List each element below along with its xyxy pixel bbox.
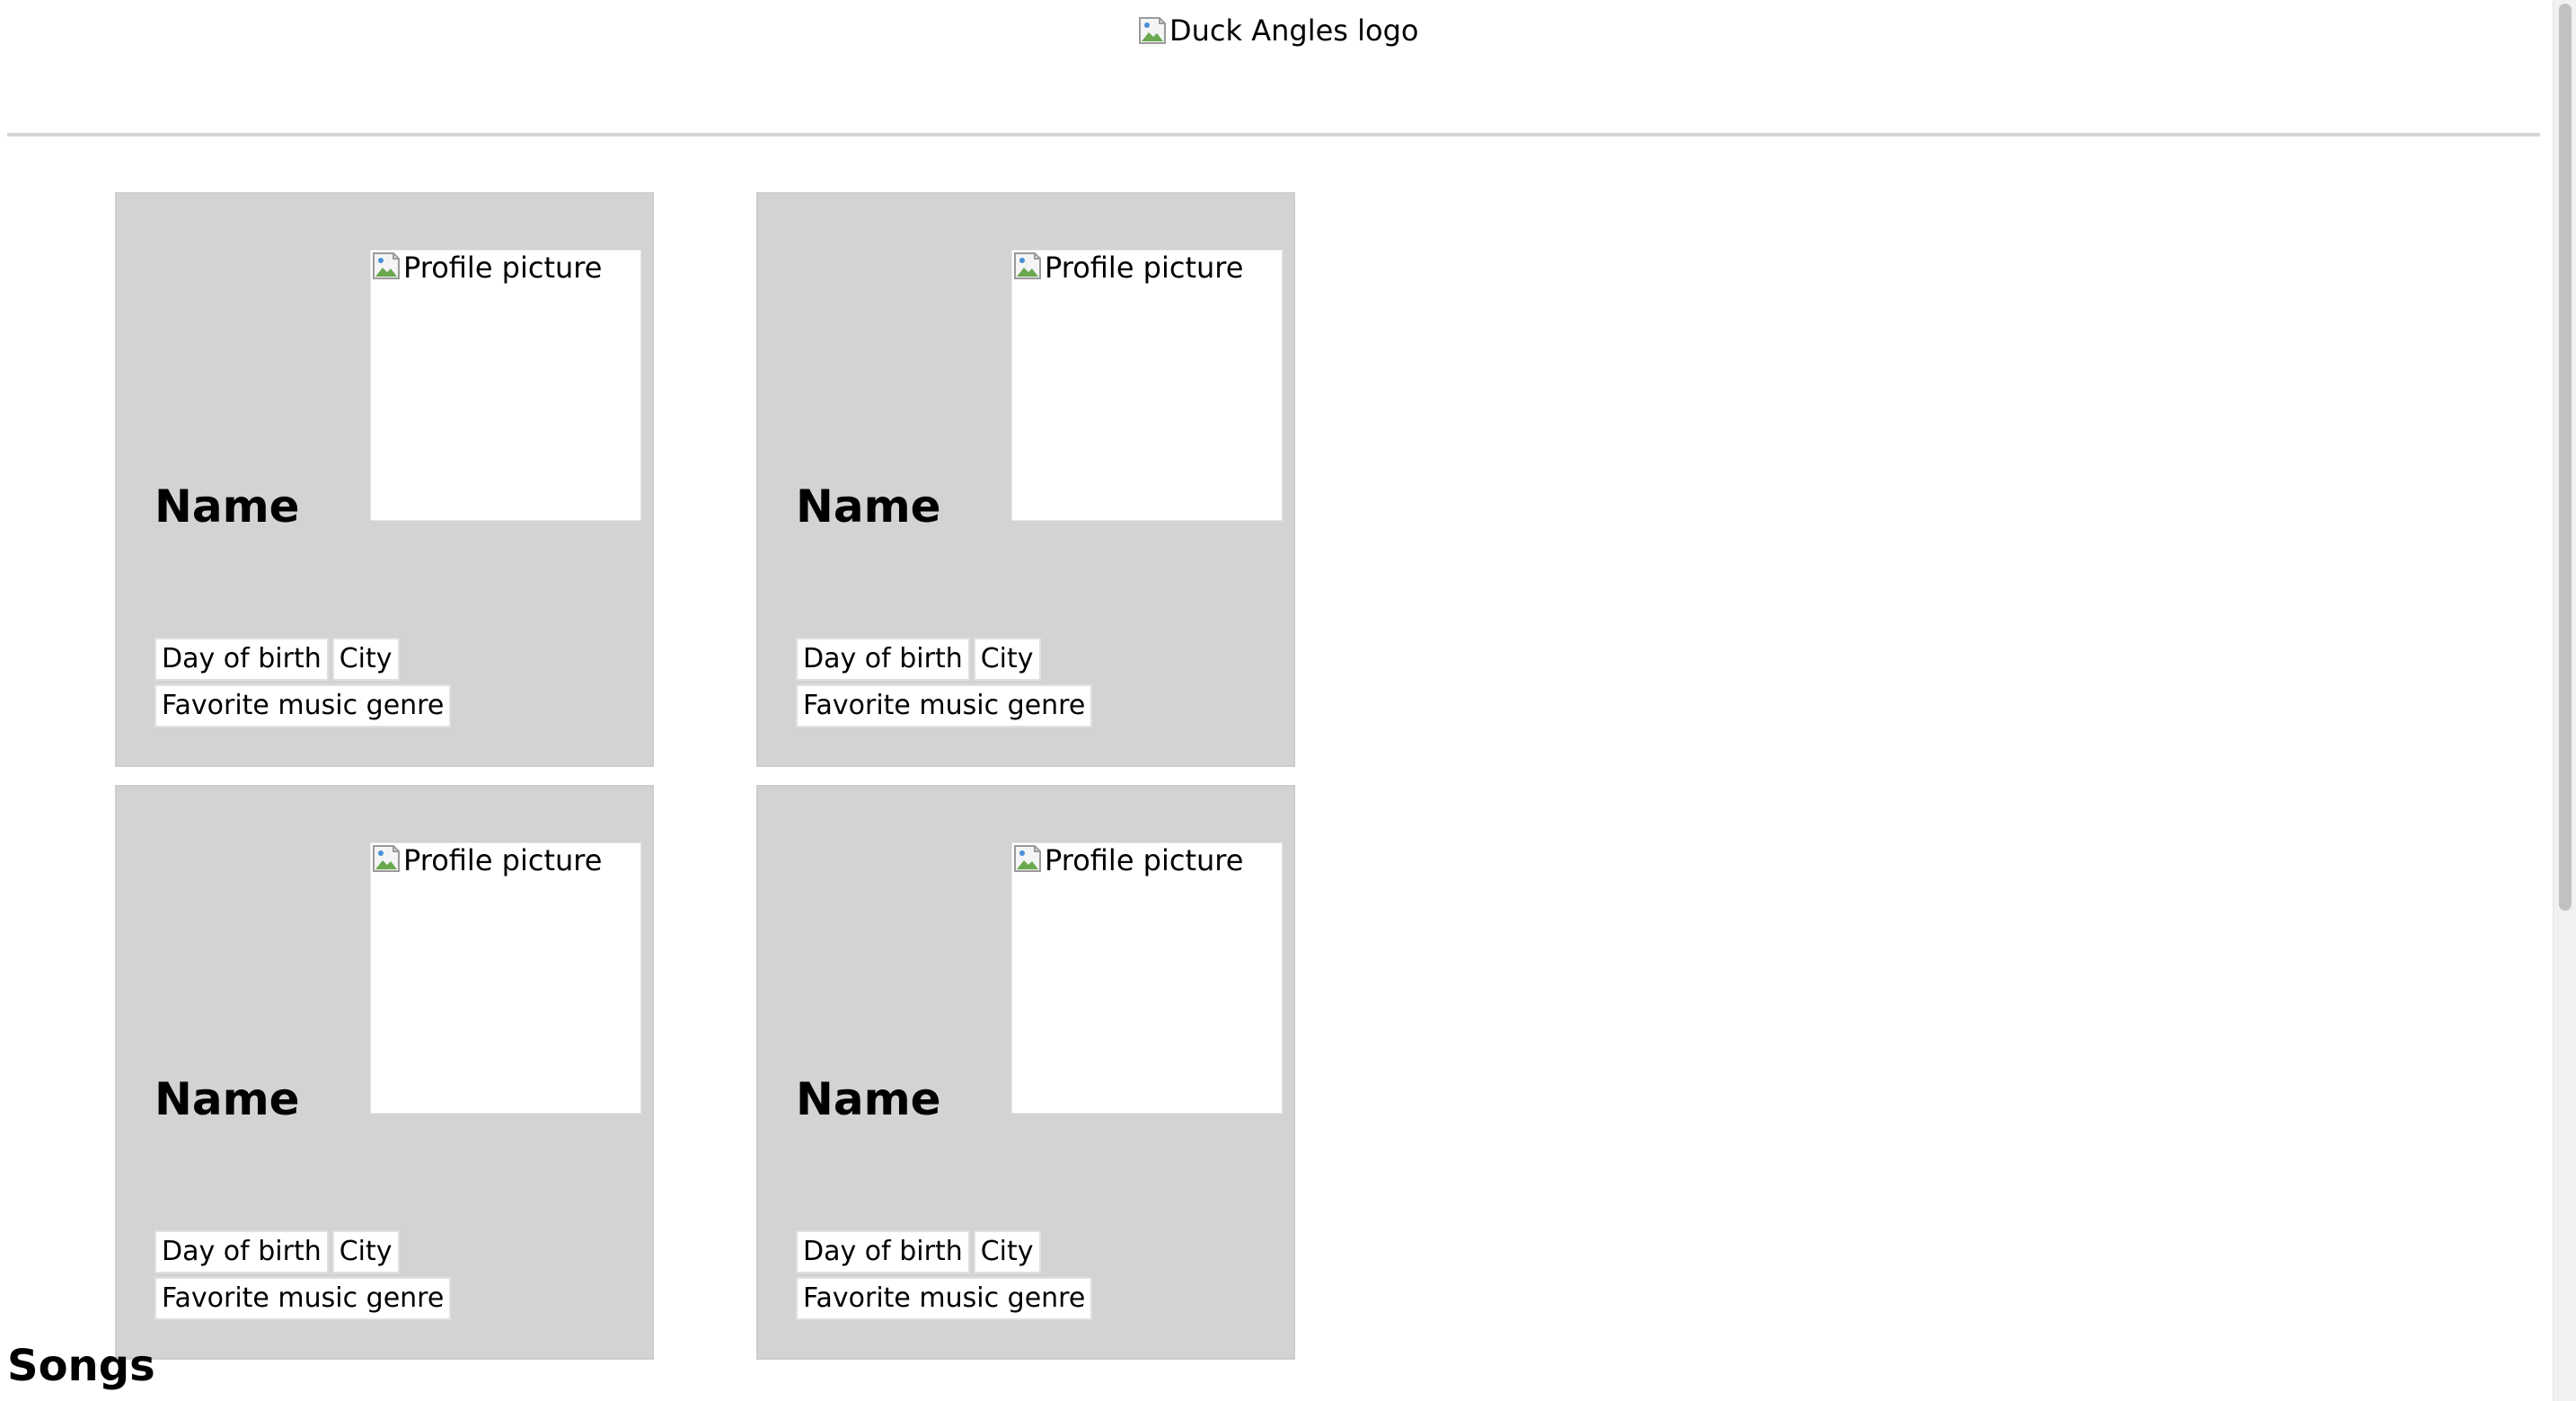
member-name: Name <box>154 1073 300 1125</box>
member-card: Name Profile picture Day of birth City F… <box>115 192 654 767</box>
favorite-genre-chip: Favorite music genre <box>796 684 1093 727</box>
profile-picture: Profile picture <box>1011 842 1283 1114</box>
vertical-scrollbar[interactable] <box>2553 0 2576 1401</box>
member-details-row: Day of birth City <box>154 1230 400 1273</box>
header-divider <box>7 133 2540 137</box>
member-genre-row: Favorite music genre <box>154 1277 452 1320</box>
broken-image-icon <box>371 843 401 874</box>
profile-picture-alt-text: Profile picture <box>403 251 603 285</box>
profile-picture-alt-text: Profile picture <box>1045 843 1244 877</box>
profile-picture: Profile picture <box>370 250 641 521</box>
member-details-row: Day of birth City <box>154 638 400 681</box>
city-chip: City <box>973 638 1041 681</box>
member-genre-row: Favorite music genre <box>154 684 452 727</box>
member-name: Name <box>796 480 941 533</box>
member-genre-row: Favorite music genre <box>796 684 1093 727</box>
favorite-genre-chip: Favorite music genre <box>796 1277 1093 1320</box>
member-details-row: Day of birth City <box>796 1230 1041 1273</box>
city-chip: City <box>331 638 400 681</box>
site-logo[interactable]: Duck Angles logo <box>1137 13 1418 48</box>
member-card: Name Profile picture Day of birth City F… <box>756 192 1295 767</box>
city-chip: City <box>973 1230 1041 1273</box>
member-card: Name Profile picture Day of birth City F… <box>756 785 1295 1360</box>
member-card: Name Profile picture Day of birth City F… <box>115 785 654 1360</box>
broken-image-icon <box>1012 843 1043 874</box>
broken-image-icon <box>1137 15 1168 46</box>
site-header: Duck Angles logo <box>0 0 2551 137</box>
member-details-row: Day of birth City <box>796 638 1041 681</box>
broken-image-icon <box>1012 251 1043 281</box>
page: Duck Angles logo Name Profile picture Da… <box>0 0 2576 1401</box>
favorite-genre-chip: Favorite music genre <box>154 684 452 727</box>
day-of-birth-chip: Day of birth <box>796 638 970 681</box>
favorite-genre-chip: Favorite music genre <box>154 1277 452 1320</box>
songs-heading: Songs <box>7 1341 155 1391</box>
member-name: Name <box>796 1073 941 1125</box>
profile-picture-alt-text: Profile picture <box>1045 251 1244 285</box>
day-of-birth-chip: Day of birth <box>154 638 329 681</box>
profile-picture: Profile picture <box>370 842 641 1114</box>
city-chip: City <box>331 1230 400 1273</box>
scrollbar-thumb[interactable] <box>2559 4 2572 911</box>
profile-picture-alt-text: Profile picture <box>403 843 603 877</box>
profile-picture: Profile picture <box>1011 250 1283 521</box>
day-of-birth-chip: Day of birth <box>796 1230 970 1273</box>
member-genre-row: Favorite music genre <box>796 1277 1093 1320</box>
logo-alt-text: Duck Angles logo <box>1169 13 1419 48</box>
member-name: Name <box>154 480 300 533</box>
day-of-birth-chip: Day of birth <box>154 1230 329 1273</box>
broken-image-icon <box>371 251 401 281</box>
